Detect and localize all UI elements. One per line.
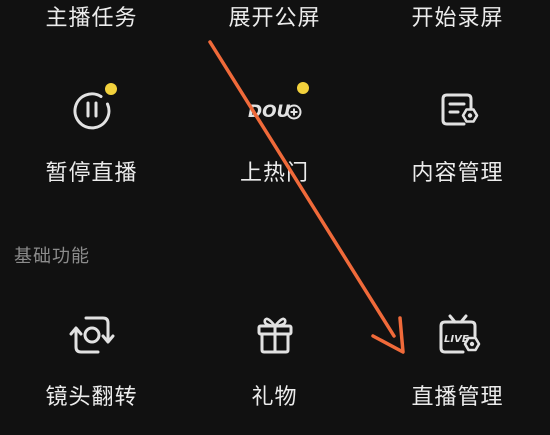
live-management-label: 直播管理	[411, 385, 504, 410]
pause-circle-icon	[67, 83, 117, 135]
middle-function-row: 暂停直播 DOU 上热门 内容管理	[0, 80, 550, 190]
gift-icon	[250, 310, 300, 360]
camera-flip-label: 镜头翻转	[45, 385, 138, 410]
douyin-plus-icon: DOU	[248, 82, 309, 135]
gift-label: 礼物	[251, 385, 298, 410]
douyin-plus-icon-text: DOU	[248, 102, 291, 122]
anchor-task-label: 主播任务	[45, 6, 138, 31]
camera-flip-icon	[67, 310, 117, 360]
document-settings-icon	[433, 85, 483, 135]
go-trending-label: 上热门	[239, 161, 309, 186]
pause-live-label: 暂停直播	[45, 161, 138, 186]
expand-public-screen-label: 展开公屏	[228, 6, 321, 31]
basic-function-row: 镜头翻转 礼物 LIVE 直播管理	[0, 305, 550, 415]
section-title-basic-functions: 基础功能	[14, 246, 90, 267]
top-function-row: 主播任务 展开公屏 开始录屏	[0, 0, 550, 31]
live-tv-settings-icon: LIVE	[433, 310, 483, 360]
notification-dot	[296, 82, 309, 94]
live-control-panel: 主播任务 展开公屏 开始录屏 暂停直播 DOU 上热门 内容管理 基础功能 镜头…	[0, 0, 550, 435]
start-recording-label: 开始录屏	[411, 6, 504, 31]
content-management-label: 内容管理	[411, 161, 504, 186]
notification-dot	[104, 83, 117, 95]
